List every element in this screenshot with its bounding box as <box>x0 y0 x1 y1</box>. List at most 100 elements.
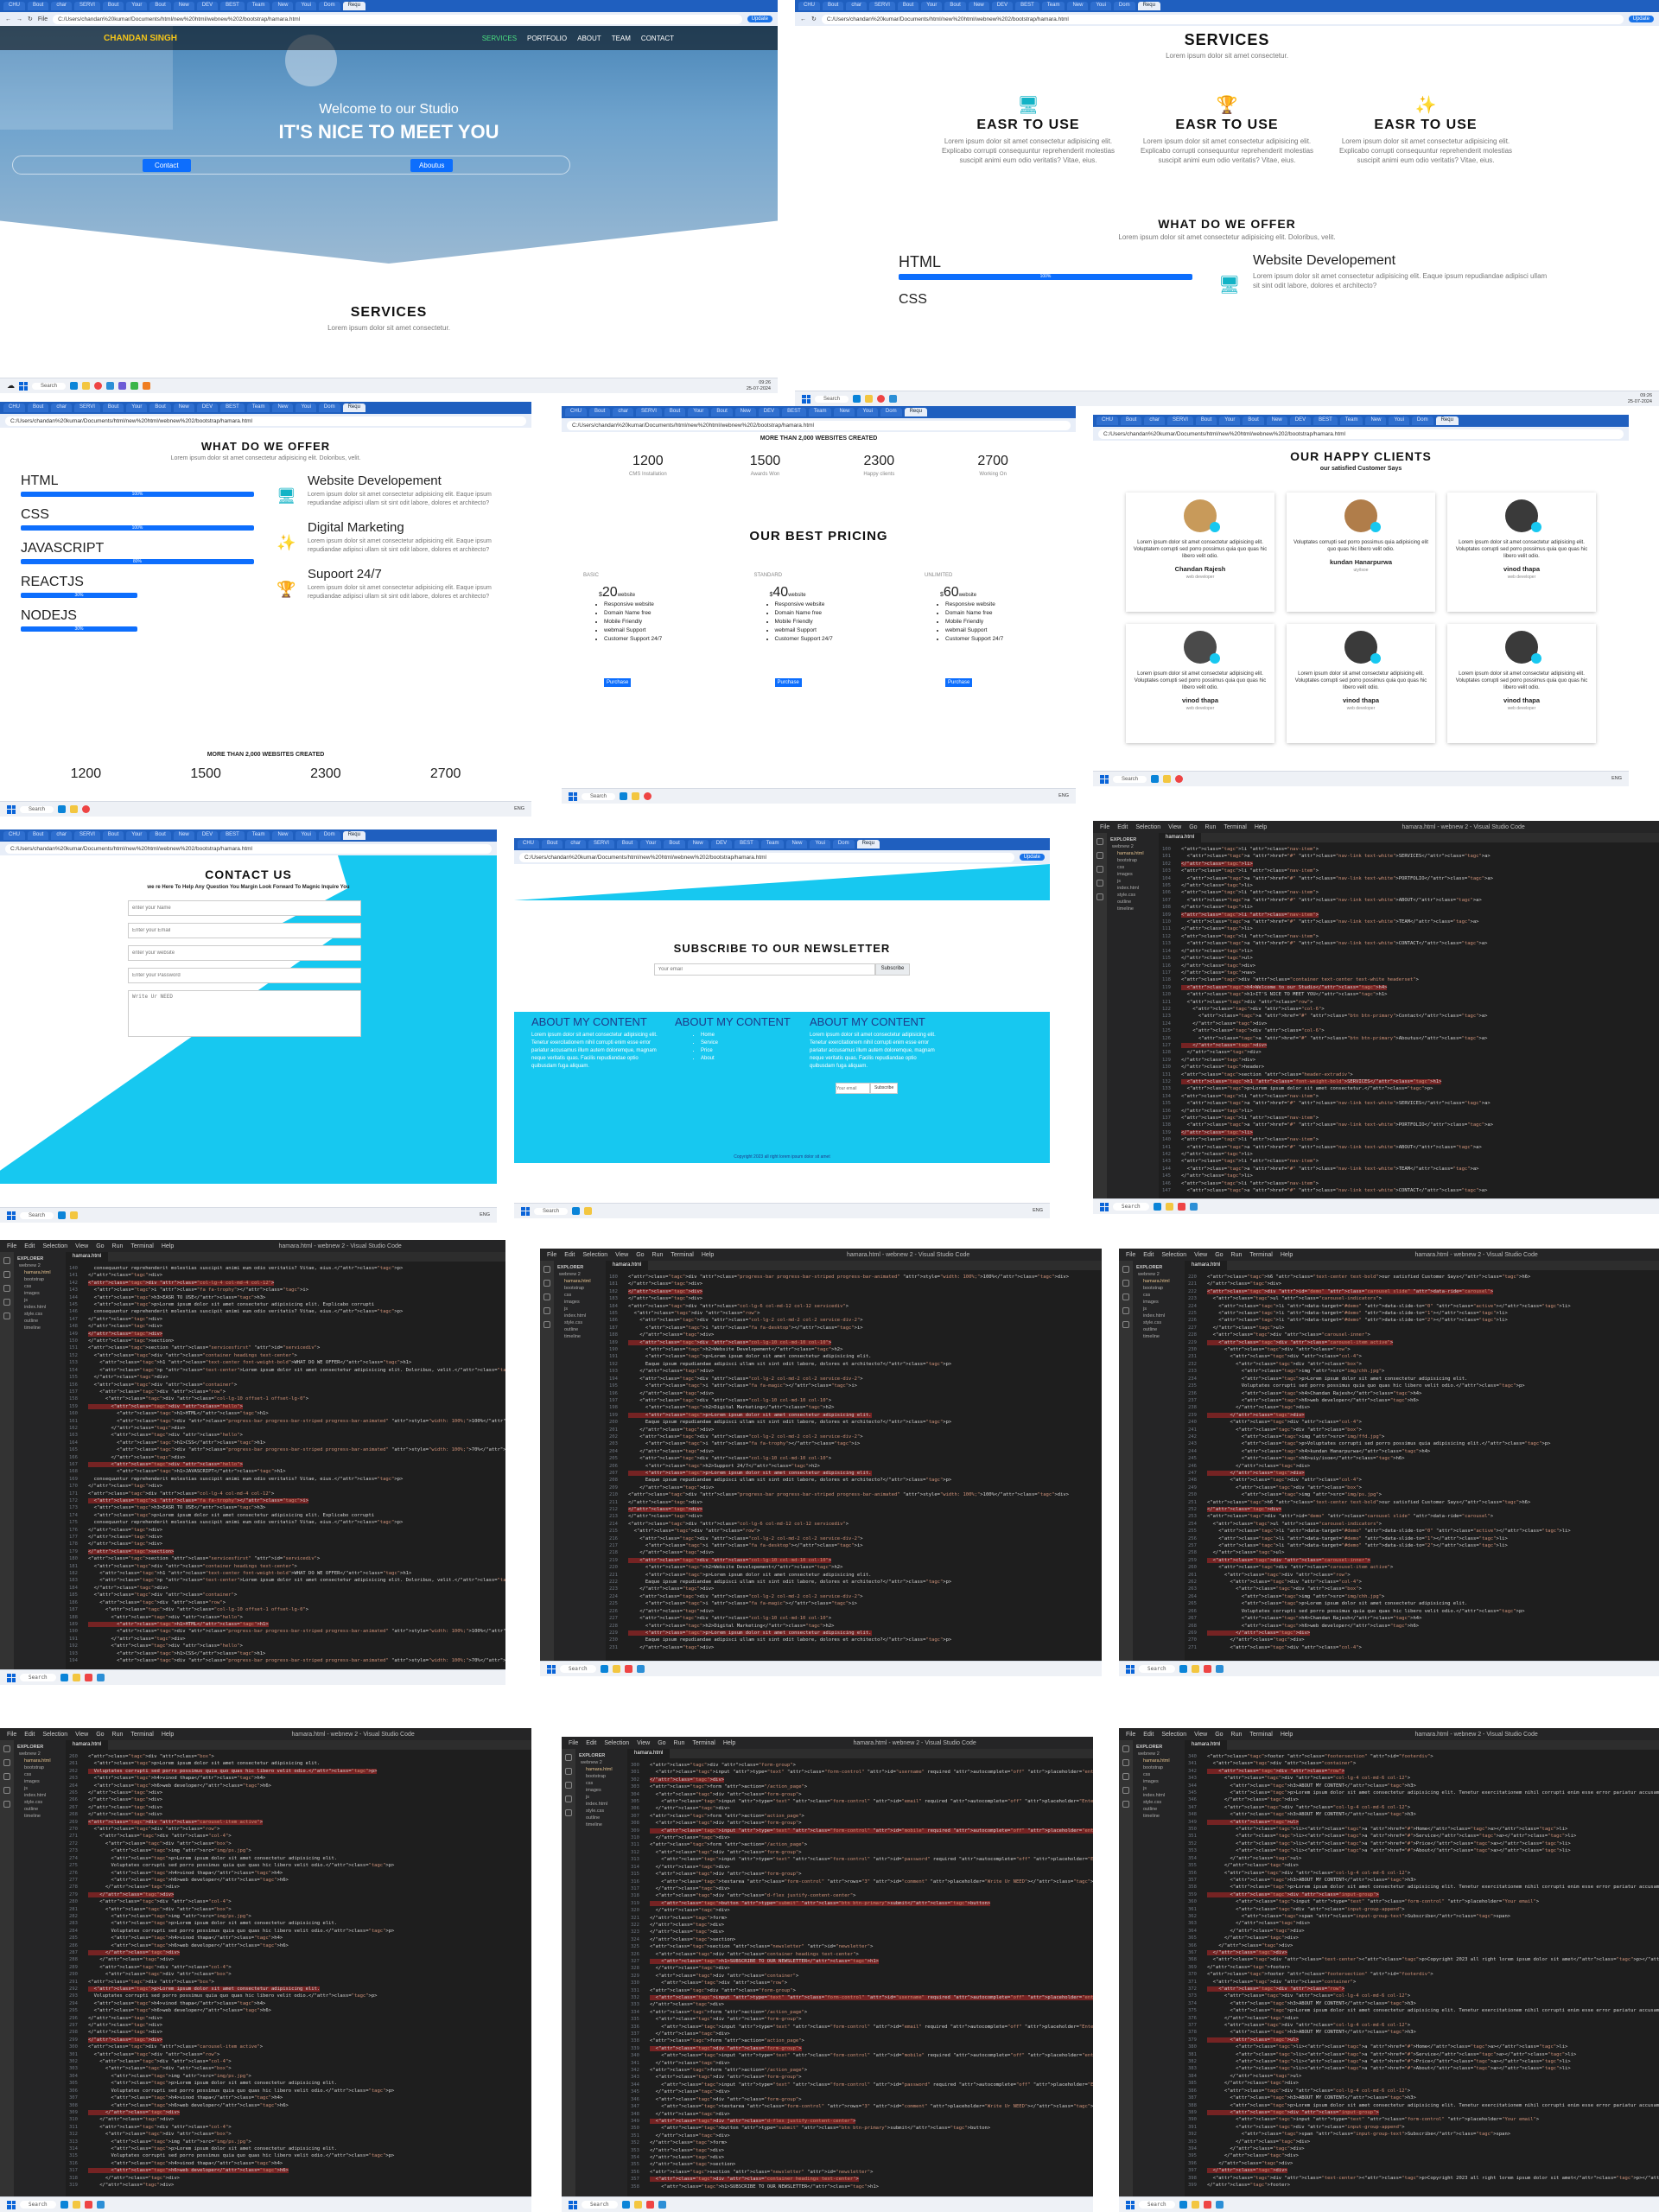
explorer-item[interactable]: style.css <box>1136 1319 1181 1326</box>
code-line[interactable]: 186 <"attr">class="tagc">div "attr">clas… <box>69 1599 502 1606</box>
browser-tab[interactable]: Team <box>1339 416 1363 425</box>
explorer-item[interactable]: js <box>1136 1306 1181 1313</box>
code-line[interactable]: 142 </"attr">class="tagc">li> <box>1162 1151 1656 1158</box>
browser-tab[interactable]: Dom <box>318 831 340 840</box>
code-line[interactable]: 352 </"attr">class="tagc">form> <box>631 2139 1090 2146</box>
code-line[interactable]: 146 consequuntur reprehenderit molestias… <box>69 1308 502 1315</box>
windows-start-icon[interactable] <box>7 2200 16 2209</box>
debug-icon[interactable] <box>1122 1787 1129 1794</box>
browser-tab[interactable]: Bout <box>542 840 563 849</box>
browser-tab[interactable]: Bout <box>102 2 124 10</box>
editor-tab[interactable]: hamara.html <box>66 1252 109 1262</box>
code-line[interactable]: 307 <"attr">class="tagc">h4>vinod thapa<… <box>69 2094 528 2101</box>
explorer-item[interactable]: index.html <box>579 1801 624 1808</box>
code-line[interactable]: 350 <"attr">class="tagc">button "attr">t… <box>631 2125 1090 2132</box>
explorer-item[interactable]: images <box>1136 1299 1181 1306</box>
menu-go[interactable]: Go <box>1215 1252 1223 1258</box>
code-line[interactable]: 262 <"attr">class="tagc">div "attr">clas… <box>1188 1579 1656 1586</box>
nav-services[interactable]: SERVICES <box>482 35 517 42</box>
vscode-icon[interactable] <box>1215 2201 1224 2209</box>
explorer-item[interactable]: timeline <box>579 1821 624 1828</box>
browser-tab[interactable]: SERVI <box>636 408 662 416</box>
explorer-item[interactable]: bootstrap <box>17 1764 62 1771</box>
edge-icon[interactable] <box>620 792 628 800</box>
explorer-item[interactable]: index.html <box>17 1304 62 1311</box>
update-button[interactable]: Update <box>747 16 772 22</box>
code-line[interactable]: 143 <"attr">class="tagc">li "attr">class=… <box>1162 1158 1656 1165</box>
code-line[interactable]: 350 <"attr">class="tagc">li><"attr">clas… <box>1188 1826 1656 1833</box>
files-icon[interactable] <box>543 1266 550 1273</box>
code-line[interactable]: 194 <"attr">class="tagc">div "attr">clas… <box>69 1657 505 1664</box>
code-line[interactable]: 258 </"attr">class="tagc">ul> <box>1188 1549 1656 1556</box>
vscode-icon[interactable] <box>636 1665 645 1673</box>
code-line[interactable]: 325 <"attr">class="tagc">section "attr">c… <box>631 1943 1090 1950</box>
menu-go[interactable]: Go <box>636 1252 644 1258</box>
menu-file[interactable]: File <box>569 1740 578 1746</box>
code-line[interactable]: 200 Eaque ipsum repudiandae adipisci ull… <box>609 1419 1098 1426</box>
chrome-icon[interactable] <box>644 792 652 800</box>
windows-start-icon[interactable] <box>7 804 16 814</box>
explorer-item[interactable]: js <box>17 1785 62 1792</box>
explorer-item[interactable]: webnew 2 <box>1136 1271 1181 1278</box>
code-line[interactable]: 263 <"attr">class="tagc">div "attr">clas… <box>1188 1586 1656 1592</box>
browser-tab[interactable]: New <box>687 840 709 849</box>
code-line[interactable]: 286 <"attr">class="tagc">h6>web develope… <box>69 1942 528 1949</box>
code-line[interactable]: 387 <"attr">class="tagc">h3>ABOUT MY CON… <box>1188 2094 1656 2101</box>
code-line[interactable]: 174 <"attr">class="tagc">p>Lorem ipsum d… <box>69 1512 502 1519</box>
code-line[interactable]: 201 </"attr">class="tagc">div> <box>609 1427 1098 1433</box>
browser-tab[interactable]: Bout <box>1243 416 1264 425</box>
code-line[interactable]: 220 <"attr">class="tagc">h2>Website Deve… <box>609 1564 1098 1571</box>
code-line[interactable]: 346 <"attr">class="tagc">div "attr">clas… <box>631 2096 1090 2103</box>
menu-go[interactable]: Go <box>1215 1732 1223 1738</box>
browser-tab[interactable]: New <box>786 840 808 849</box>
code-line[interactable]: 358 <"attr">class="tagc">h1>SUBSCRIBE TO… <box>631 2183 1090 2190</box>
code-line[interactable]: 270 <"attr">class="tagc">div "attr">clas… <box>69 1826 528 1833</box>
code-line[interactable]: 345 <"attr">class="tagc">p>Lorem ipsum d… <box>1188 1789 1659 1796</box>
code-line[interactable]: 299 </"attr">class="tagc">div> <box>69 2037 528 2044</box>
browser-tab[interactable]: Your <box>640 840 662 849</box>
files-icon[interactable] <box>3 1745 10 1752</box>
menu-edit[interactable]: Edit <box>564 1252 575 1258</box>
folder-icon[interactable] <box>70 805 79 813</box>
menu-help[interactable]: Help <box>1281 1732 1293 1738</box>
code-line[interactable]: 227 <"attr">class="tagc">div "attr">clas… <box>609 1615 1098 1622</box>
code-line[interactable]: 240 <"attr">class="tagc">div "attr">clas… <box>1188 1419 1656 1426</box>
code-line[interactable]: 236 <"attr">class="tagc">h4>Chandan Raje… <box>1188 1390 1656 1397</box>
explorer-item[interactable]: outline <box>1136 1326 1181 1333</box>
menu-go[interactable]: Go <box>96 1732 104 1738</box>
code-line[interactable]: 162 </"attr">class="tagc">div> <box>69 1425 502 1432</box>
code-line[interactable]: 222 <"attr">class="tagc">div "attr">id="d… <box>1188 1288 1656 1295</box>
code-line[interactable]: 295 <"attr">class="tagc">h6>web develope… <box>69 2007 528 2014</box>
browser-tab[interactable]: New <box>734 408 756 416</box>
url-field[interactable]: C:/Users/chandan%20kumar/Documents/html/… <box>5 416 526 426</box>
code-line[interactable]: 379 <"attr">class="tagc">ul> <box>1188 2037 1656 2044</box>
explorer-item[interactable]: outline <box>17 1806 62 1813</box>
code-line[interactable]: 269 <"attr">class="tagc">div "attr">class… <box>69 1819 528 1826</box>
code-line[interactable]: 183 <"attr">class="tagc">p "attr">class=… <box>69 1577 505 1584</box>
debug-icon[interactable] <box>3 1299 10 1306</box>
windows-start-icon[interactable] <box>547 1664 556 1674</box>
code-line[interactable]: 340 <"attr">class="tagc">input "attr">ty… <box>631 2052 1093 2059</box>
code-line[interactable]: 221 </"attr">class="tagc">div> <box>1188 1281 1656 1287</box>
code-line[interactable]: 167 <"attr">class="tagc">div "attr">clas… <box>69 1461 502 1468</box>
code-line[interactable]: 247 </"attr">class="tagc">div> <box>1188 1470 1656 1477</box>
debug-icon[interactable] <box>565 1796 572 1802</box>
code-line[interactable]: 288 </"attr">class="tagc">div> <box>69 1956 528 1963</box>
debug-icon[interactable] <box>1122 1307 1129 1314</box>
code-line[interactable]: 260 <"attr">class="tagc">div "attr">clas… <box>1188 1564 1656 1571</box>
browser-tab[interactable]: Bout <box>1121 416 1142 425</box>
code-line[interactable]: 212 </"attr">class="tagc">div> <box>609 1506 1098 1513</box>
code-line[interactable]: 318 <"attr">class="tagc">div "attr">clas… <box>631 1892 1090 1899</box>
code-line[interactable]: 230 <"attr">class="tagc">div "attr">clas… <box>1188 1346 1656 1353</box>
menu-go[interactable]: Go <box>1189 824 1197 830</box>
browser-tab[interactable]: Bout <box>823 2 844 10</box>
browser-tab[interactable]: New <box>272 2 294 10</box>
windows-start-icon[interactable] <box>569 791 577 801</box>
browser-tab[interactable]: Bout <box>149 2 171 10</box>
code-line[interactable]: 223 <"attr">class="tagc">ul "attr">class… <box>1188 1295 1656 1302</box>
explorer-item[interactable]: hamara.html <box>17 1758 62 1764</box>
debug-icon[interactable] <box>3 1787 10 1794</box>
browser-tab[interactable]: New <box>173 2 194 10</box>
code-line[interactable]: 224 <"attr">class="tagc">li "attr">data-… <box>1188 1303 1656 1310</box>
code-line[interactable]: 177 </"attr">class="tagc">div> <box>69 1534 502 1541</box>
